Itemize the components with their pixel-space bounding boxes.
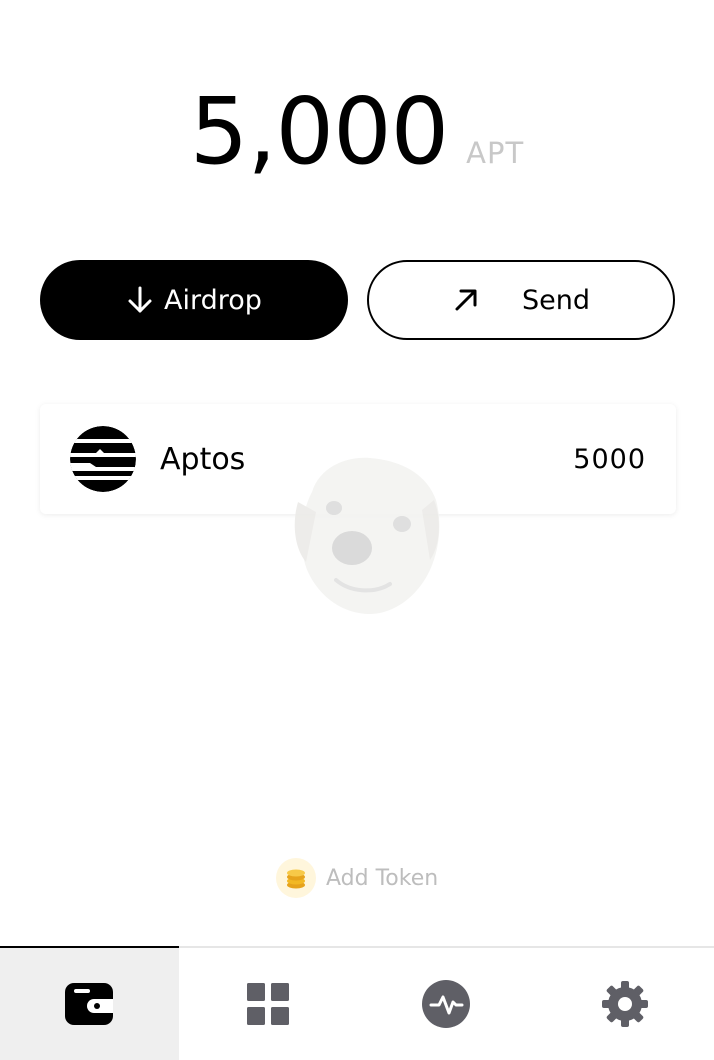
airdrop-button-label: Airdrop: [164, 284, 262, 316]
coins-icon: [276, 858, 316, 898]
wallet-icon: [65, 983, 114, 1025]
gear-icon: [601, 981, 648, 1027]
aptos-logo-icon: [70, 426, 136, 492]
arrow-up-right-icon: [452, 286, 480, 314]
grid-icon: [246, 983, 289, 1025]
nav-item-settings[interactable]: [536, 948, 714, 1060]
nav-item-wallet[interactable]: [0, 946, 179, 1060]
nav-item-apps[interactable]: [179, 948, 358, 1060]
arrow-down-icon: [126, 286, 154, 314]
bottom-nav: [0, 946, 714, 1060]
send-button-label: Send: [521, 284, 590, 316]
token-name: Aptos: [160, 441, 246, 477]
airdrop-button[interactable]: Airdrop: [40, 260, 348, 340]
activity-icon: [422, 980, 471, 1028]
add-token-button[interactable]: Add Token: [276, 856, 438, 900]
balance-display: 5,000 APT: [0, 82, 714, 182]
token-row-aptos[interactable]: Aptos 5000: [40, 404, 676, 514]
balance-amount: 5,000: [189, 78, 449, 185]
balance-unit: APT: [466, 136, 525, 170]
add-token-label: Add Token: [326, 865, 439, 891]
send-button[interactable]: Send: [367, 260, 675, 340]
token-balance: 5000: [573, 443, 646, 475]
nav-item-activity[interactable]: [357, 948, 536, 1060]
